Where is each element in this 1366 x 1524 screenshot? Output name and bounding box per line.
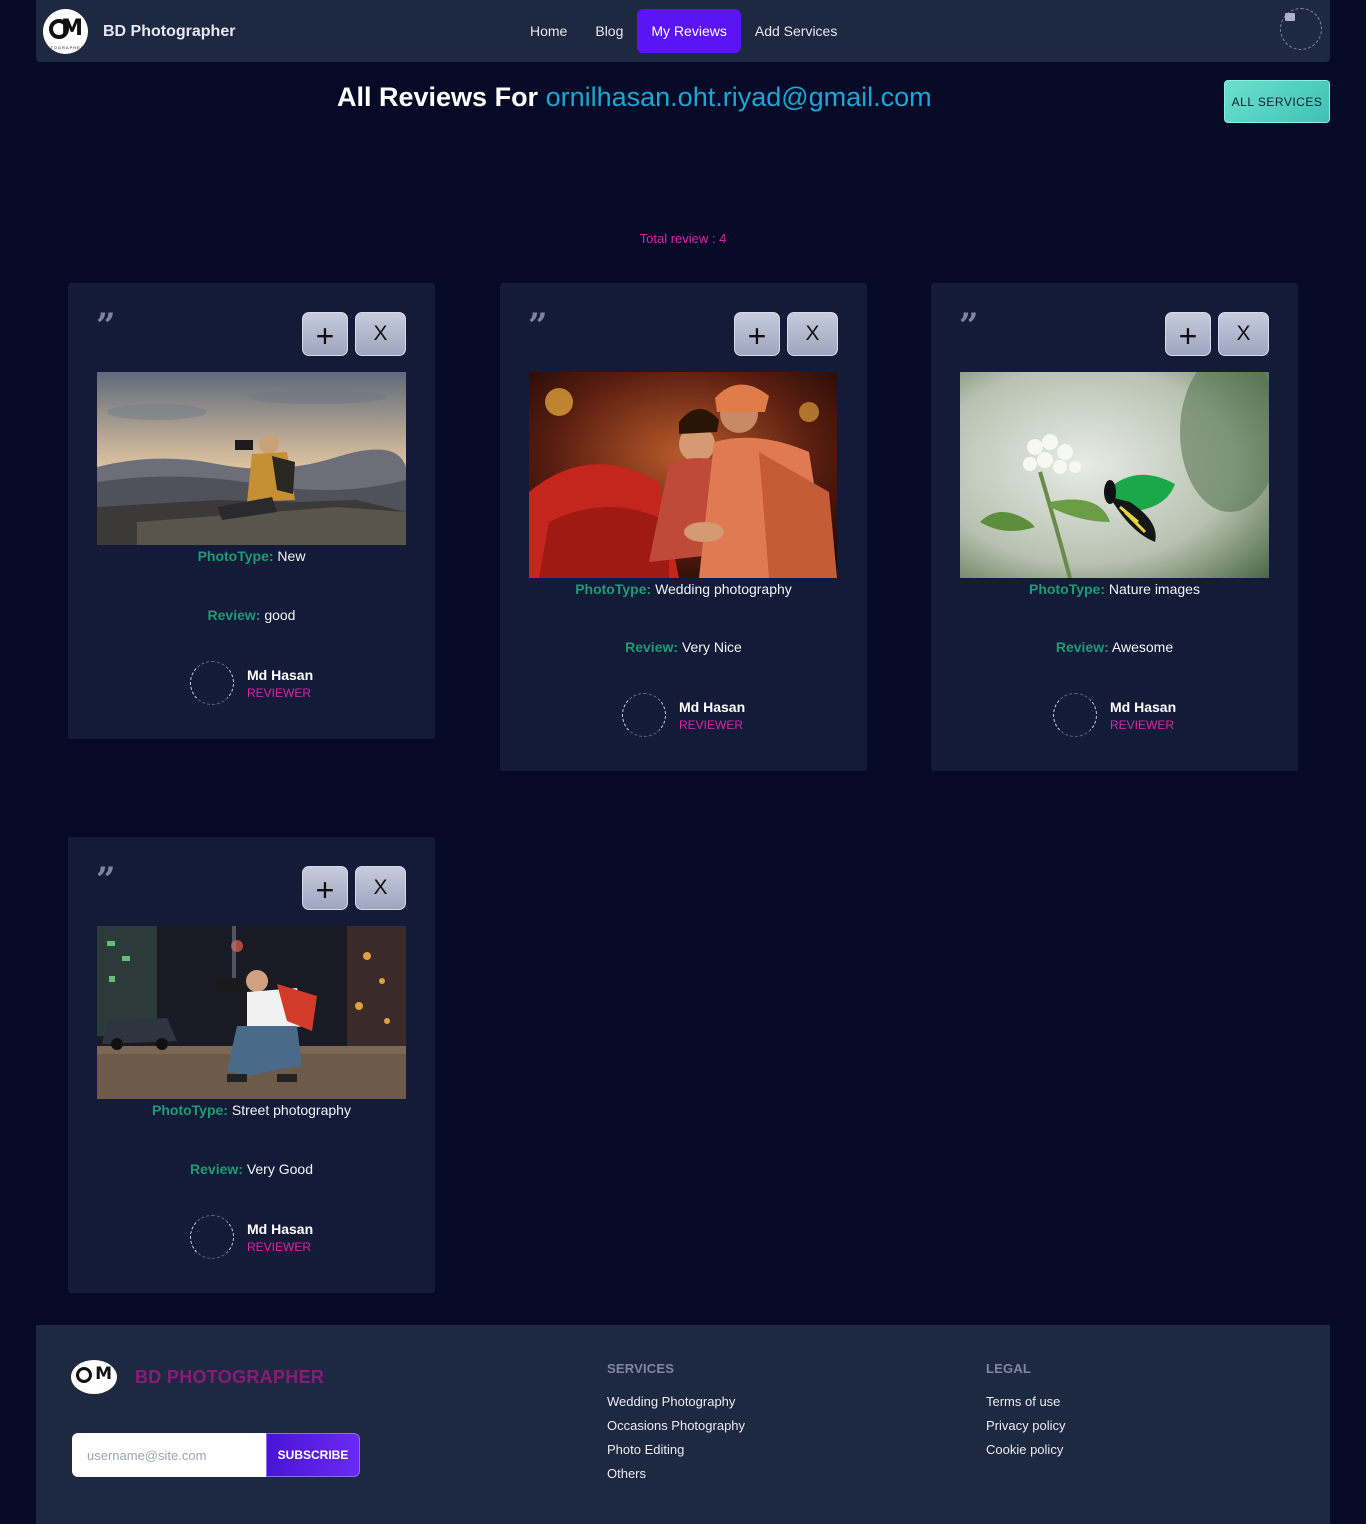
footer-link-terms[interactable]: Terms of use: [986, 1394, 1065, 1409]
add-button[interactable]: +: [302, 866, 348, 910]
reviewer-avatar-icon: [190, 661, 234, 705]
reviewer-role: REVIEWER: [679, 717, 744, 732]
quote-icon: ”: [96, 860, 116, 900]
page-title-prefix: All Reviews For: [337, 82, 539, 112]
wedding-couple-icon: [529, 372, 837, 578]
footer-services: SERVICES Wedding Photography Occasions P…: [607, 1361, 745, 1490]
reviewer-role: REVIEWER: [247, 685, 312, 700]
mountain-photographer-icon: [97, 372, 406, 545]
photo-type-value: Wedding photography: [655, 581, 792, 597]
delete-button[interactable]: X: [1218, 312, 1269, 356]
reviewer-role: REVIEWER: [1110, 717, 1175, 732]
footer-link-others[interactable]: Others: [607, 1466, 745, 1481]
photo-type-value: New: [277, 548, 306, 564]
footer-legal-title: LEGAL: [986, 1361, 1032, 1376]
user-email: ornilhasan.oht.riyad@gmail.com: [545, 82, 932, 112]
user-avatar-icon[interactable]: [1280, 8, 1322, 50]
review-text: Awesome: [1111, 639, 1174, 655]
footer-link-privacy[interactable]: Privacy policy: [986, 1418, 1065, 1433]
camera-logo-icon: M OTOGRAPHER: [43, 9, 88, 54]
delete-button[interactable]: X: [355, 312, 406, 356]
review-card: ” + X PhotoType: Wedding photography Rev…: [500, 283, 867, 771]
camera-logo-icon: M: [71, 1360, 117, 1394]
footer-legal: LEGAL Terms of use Privacy policy Cookie…: [986, 1361, 1065, 1466]
butterfly-flower-icon: [960, 372, 1269, 578]
nav-links: Home Blog My Reviews Add Services: [516, 9, 851, 53]
navbar: M OTOGRAPHER BD Photographer Home Blog M…: [36, 0, 1330, 62]
subscribe-button[interactable]: SUBSCRIBE: [266, 1433, 360, 1477]
reviewer-avatar-icon: [622, 693, 666, 737]
nav-home[interactable]: Home: [516, 9, 581, 53]
subscribe-email-input[interactable]: [72, 1433, 268, 1477]
add-button[interactable]: +: [302, 312, 348, 356]
review-text: Very Good: [246, 1161, 313, 1177]
reviewer-role: REVIEWER: [247, 1239, 312, 1254]
photo-type-line: PhotoType: Nature images: [1029, 581, 1200, 597]
footer-link-occasions[interactable]: Occasions Photography: [607, 1418, 745, 1433]
reviewer: Md Hasan REVIEWER: [1053, 693, 1176, 737]
review-line: Review: Very Good: [190, 1161, 313, 1177]
nav-my-reviews[interactable]: My Reviews: [637, 9, 741, 53]
reviewer: Md Hasan REVIEWER: [622, 693, 745, 737]
review-card: ” + X PhotoType: Street photography Revi: [68, 837, 435, 1293]
reviewer: Md Hasan REVIEWER: [190, 661, 313, 705]
brand-name: BD Photographer: [103, 22, 236, 40]
photo-type-line: PhotoType: Street photography: [152, 1102, 351, 1118]
reviewer-avatar-icon: [1053, 693, 1097, 737]
reviewer-name: Md Hasan: [1110, 698, 1177, 715]
reviewer: Md Hasan REVIEWER: [190, 1215, 313, 1259]
total-review-count: Total review : 4: [639, 231, 727, 246]
review-line: Review: good: [207, 607, 296, 623]
quote-icon: ”: [96, 306, 116, 346]
street-photographer-icon: [97, 926, 406, 1099]
footer: M BD PHOTOGRAPHER SUBSCRIBE SERVICES Wed…: [36, 1325, 1330, 1524]
brand[interactable]: M OTOGRAPHER BD Photographer: [43, 9, 235, 54]
review-card: ” + X PhotoType: Nature images Review: A…: [931, 283, 1298, 771]
footer-brand-name: BD PHOTOGRAPHER: [135, 1366, 325, 1387]
review-text: good: [264, 607, 296, 623]
photo-type-line: PhotoType: New: [197, 548, 306, 564]
delete-button[interactable]: X: [787, 312, 838, 356]
delete-button[interactable]: X: [355, 866, 406, 910]
photo-type-line: PhotoType: Wedding photography: [575, 581, 792, 597]
footer-brand[interactable]: M BD PHOTOGRAPHER: [71, 1360, 324, 1394]
footer-link-cookie[interactable]: Cookie policy: [986, 1442, 1065, 1457]
all-services-button[interactable]: ALL SERVICES: [1224, 80, 1330, 123]
reviewer-name: Md Hasan: [247, 666, 314, 683]
quote-icon: ”: [528, 306, 548, 346]
review-line: Review: Awesome: [1055, 639, 1174, 655]
reviewer-name: Md Hasan: [247, 1220, 314, 1237]
photo-type-value: Street photography: [231, 1102, 351, 1118]
page-title: All Reviews For ornilhasan.oht.riyad@gma…: [337, 82, 932, 113]
nav-add-services[interactable]: Add Services: [741, 9, 851, 53]
review-line: Review: Very Nice: [625, 639, 742, 655]
photo-type-value: Nature images: [1108, 581, 1200, 597]
reviewer-avatar-icon: [190, 1215, 234, 1259]
nav-blog[interactable]: Blog: [581, 9, 637, 53]
review-card: ” + X PhotoType: New Review: good Md Has…: [68, 283, 435, 739]
reviewer-name: Md Hasan: [679, 698, 746, 715]
add-button[interactable]: +: [734, 312, 780, 356]
footer-link-photo-editing[interactable]: Photo Editing: [607, 1442, 745, 1457]
footer-link-wedding[interactable]: Wedding Photography: [607, 1394, 745, 1409]
add-button[interactable]: +: [1165, 312, 1211, 356]
review-text: Very Nice: [681, 639, 742, 655]
quote-icon: ”: [959, 306, 979, 346]
footer-services-title: SERVICES: [607, 1361, 675, 1376]
